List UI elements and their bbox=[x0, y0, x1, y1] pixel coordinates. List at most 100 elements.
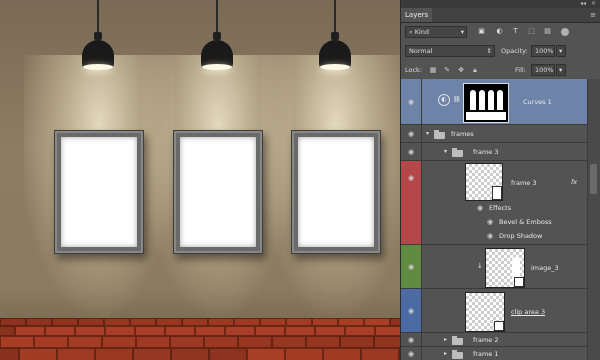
floor-tile bbox=[234, 318, 260, 326]
lock-transparent-icon[interactable]: ▦ bbox=[429, 66, 437, 74]
floor-tile bbox=[374, 336, 400, 348]
eye-icon[interactable]: ◉ bbox=[406, 175, 416, 182]
floor-tile bbox=[45, 326, 75, 336]
lock-move-icon[interactable]: ✥ bbox=[457, 66, 465, 74]
layer-name: Curves 1 bbox=[523, 98, 552, 106]
smart-object-filter-icon[interactable]: ▤ bbox=[543, 27, 552, 36]
eye-icon[interactable]: ◉ bbox=[406, 131, 416, 138]
collapse-icon[interactable]: ◂◂ bbox=[580, 0, 586, 8]
floor-tile bbox=[102, 336, 136, 348]
floor-tile bbox=[315, 326, 345, 336]
folder-icon bbox=[452, 350, 463, 359]
tab-layers[interactable]: Layers bbox=[401, 8, 433, 22]
expand-arrow-icon[interactable]: ▾ bbox=[426, 130, 429, 137]
pendant-lamp-3 bbox=[319, 40, 351, 66]
layer-clip-area-3[interactable]: ◉ clip area 3 bbox=[401, 289, 587, 333]
type-filter-icon[interactable]: T bbox=[511, 27, 520, 36]
blend-mode-select[interactable]: Normal ⇕ bbox=[405, 45, 495, 57]
fill-label: Fill: bbox=[515, 66, 526, 74]
effects-eye-icon[interactable]: ◉ bbox=[475, 205, 485, 212]
floor-tile bbox=[390, 318, 400, 326]
floor-tile bbox=[312, 318, 338, 326]
lamp-glow-3 bbox=[320, 64, 350, 70]
floor-tile bbox=[0, 318, 26, 326]
opacity-value: 100% bbox=[535, 47, 554, 55]
floor-tile bbox=[286, 318, 312, 326]
floor-tile bbox=[364, 318, 390, 326]
visibility-column: ◉ bbox=[401, 347, 422, 360]
floor-tile bbox=[306, 336, 340, 348]
layer-name: frame 1 bbox=[473, 350, 499, 358]
layer-name: frame 3 bbox=[473, 148, 499, 156]
layer-frame-3[interactable]: ◉ frame 3 fx ◉ Effects ◉ Bevel & Emboss … bbox=[401, 161, 587, 245]
floor-tile bbox=[104, 318, 130, 326]
layer-group-frames[interactable]: ◉ ▾ frames bbox=[401, 125, 587, 143]
eye-icon[interactable]: ◉ bbox=[406, 99, 416, 106]
eye-icon[interactable]: ◉ bbox=[406, 308, 416, 315]
layer-curves-1[interactable]: ◉ ◐ ⛓︎ Curves 1 bbox=[401, 79, 587, 125]
floor-tile bbox=[26, 318, 52, 326]
adjustment-filter-icon[interactable]: ◐ bbox=[495, 27, 504, 36]
chain-link-icon[interactable]: ⛓︎ bbox=[453, 96, 461, 103]
layer-name: image_3 bbox=[531, 264, 559, 272]
floor-tile bbox=[165, 326, 195, 336]
pendant-lamp-2 bbox=[201, 40, 233, 66]
eye-icon[interactable]: ◉ bbox=[406, 149, 416, 156]
drop-shadow-eye-icon[interactable]: ◉ bbox=[485, 233, 495, 240]
layers-scrollbar[interactable] bbox=[587, 79, 600, 360]
lock-all-icon[interactable]: 🔒︎ bbox=[471, 66, 479, 74]
floor-tile bbox=[195, 326, 225, 336]
layer-group-frame-3[interactable]: ◉ ▾ frame 3 bbox=[401, 143, 587, 161]
drop-shadow-effect[interactable]: Drop Shadow bbox=[499, 232, 542, 240]
filter-row: ⌕ Kind ▾ ▣ ◐ T ⬚ ▤ bbox=[401, 23, 600, 42]
lock-label: Lock: bbox=[405, 66, 423, 74]
visibility-column: ◉ bbox=[401, 125, 422, 142]
clipping-arrow-icon: ↓ bbox=[477, 262, 483, 270]
floor-tile bbox=[57, 348, 95, 360]
panel-menu-icon[interactable]: ≡ bbox=[590, 11, 596, 19]
fill-value: 100% bbox=[535, 66, 554, 74]
lamp-glow-2 bbox=[202, 64, 232, 70]
eye-icon[interactable]: ◉ bbox=[406, 264, 416, 271]
layer-image-3[interactable]: ◉ ↓ image_3 bbox=[401, 245, 587, 289]
fill-dropdown-button[interactable]: ▾ bbox=[556, 64, 566, 76]
lock-paint-icon[interactable]: ✎ bbox=[443, 66, 451, 74]
filter-toggle[interactable] bbox=[561, 28, 569, 36]
collapse-arrow-icon[interactable]: ▸ bbox=[444, 350, 447, 357]
floor-tile bbox=[136, 336, 170, 348]
bevel-emboss-effect[interactable]: Bevel & Emboss bbox=[499, 218, 552, 226]
eye-icon[interactable]: ◉ bbox=[406, 351, 416, 358]
floor-tile bbox=[285, 348, 323, 360]
lamp-cap-2 bbox=[213, 32, 221, 40]
document-canvas[interactable] bbox=[0, 0, 400, 360]
layer-group-frame-2[interactable]: ◉ ▸ frame 2 bbox=[401, 333, 587, 347]
pixel-filter-icon[interactable]: ▣ bbox=[477, 27, 486, 36]
fx-badge[interactable]: fx bbox=[571, 178, 577, 186]
layer-thumbnail bbox=[465, 163, 503, 201]
filter-kind-select[interactable]: ⌕ Kind ▾ bbox=[405, 26, 467, 38]
opacity-dropdown-button[interactable]: ▾ bbox=[556, 45, 566, 57]
lamp-cord-3 bbox=[334, 0, 336, 32]
floor-tile bbox=[105, 326, 135, 336]
floor-tile bbox=[208, 318, 234, 326]
floor-tile bbox=[15, 326, 45, 336]
close-icon[interactable]: × bbox=[591, 0, 596, 8]
scrollbar-thumb[interactable] bbox=[590, 164, 597, 194]
folder-icon bbox=[452, 148, 463, 157]
eye-icon[interactable]: ◉ bbox=[406, 337, 416, 344]
shape-filter-icon[interactable]: ⬚ bbox=[527, 27, 536, 36]
layer-group-frame-1[interactable]: ◉ ▸ frame 1 bbox=[401, 347, 587, 360]
floor-tile bbox=[204, 336, 238, 348]
expand-arrow-icon[interactable]: ▾ bbox=[444, 148, 447, 155]
bevel-eye-icon[interactable]: ◉ bbox=[485, 219, 495, 226]
floor-tile bbox=[34, 336, 68, 348]
picture-frame-3 bbox=[291, 130, 381, 254]
curves-mask-thumbnail bbox=[463, 83, 509, 123]
fill-input[interactable]: 100% bbox=[531, 64, 555, 76]
collapse-arrow-icon[interactable]: ▸ bbox=[444, 336, 447, 343]
floor-tile bbox=[338, 318, 364, 326]
dropdown-arrow-icon: ▾ bbox=[460, 28, 464, 36]
floor-tile bbox=[68, 336, 102, 348]
lamp-cord-1 bbox=[97, 0, 99, 32]
opacity-input[interactable]: 100% bbox=[531, 45, 555, 57]
